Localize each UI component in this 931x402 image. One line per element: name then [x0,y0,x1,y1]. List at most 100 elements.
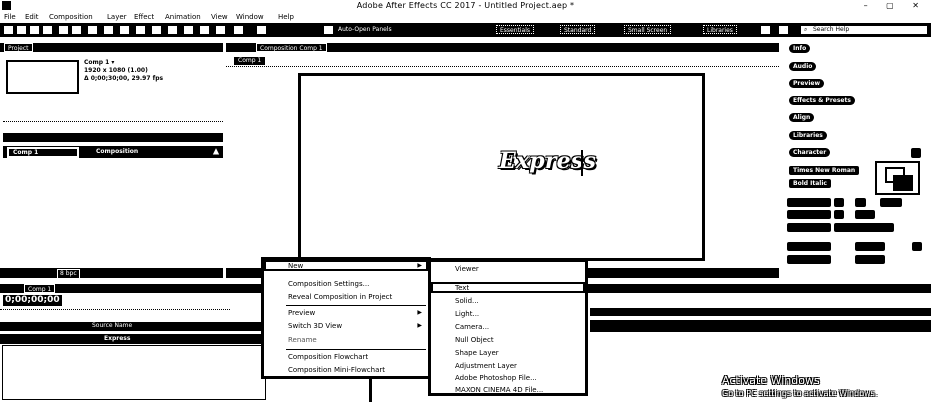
type-tool-icon[interactable] [135,25,146,35]
vertical-scale-field[interactable] [787,242,831,251]
panel-preview[interactable]: Preview [789,79,825,88]
ctx-new-arrow-icon: ▶ [417,262,422,269]
brush-tool-icon[interactable] [151,25,162,35]
panel-libraries[interactable]: Libraries [789,131,827,140]
ctx-item-reveal-composition[interactable]: Reveal Composition in Project [288,293,392,302]
bpc-indicator[interactable]: 8 bpc [57,269,80,279]
panel-scroll-icon[interactable] [912,242,922,251]
sub-item-light[interactable]: Light... [455,310,479,319]
ctx-item-rename: Rename [288,336,317,344]
selection-tool-icon[interactable] [16,25,27,35]
menu-layer[interactable]: Layer [107,12,127,22]
menu-animation[interactable]: Animation [165,12,201,22]
ctx-separator [286,305,426,306]
workspace-standard[interactable]: Standard [560,25,596,34]
timeline-source-name-header: Source Name [92,322,133,329]
timeline-layer-row[interactable] [0,334,270,344]
snapping-icon[interactable] [256,25,267,35]
workspace-menu-icon[interactable] [760,25,771,35]
rectangle-tool-icon[interactable] [103,25,114,35]
sync-icon[interactable] [778,25,789,35]
sub-item-text[interactable]: Text [455,284,469,293]
zoom-tool-icon[interactable] [42,25,53,35]
local-axis-icon[interactable] [233,25,244,35]
workspace-libraries[interactable]: Libraries [703,25,737,34]
menu-window[interactable]: Window [236,12,264,22]
puppet-pin-icon[interactable] [215,25,226,35]
ctx-item-composition-mini-flowchart[interactable]: Composition Mini-Flowchart [288,366,385,375]
window-title: Adobe After Effects CC 2017 - Untitled P… [356,1,575,10]
composition-footer-controls[interactable] [598,269,774,277]
fill-stroke-swatch[interactable] [875,161,920,195]
hand-tool-icon[interactable] [29,25,40,35]
roto-brush-icon[interactable] [199,25,210,35]
sub-item-null-object[interactable]: Null Object [455,336,494,345]
ctx-item-new[interactable]: New [288,262,303,271]
tracking-field[interactable] [855,210,875,219]
project-search-bar[interactable] [3,121,223,130]
sub-item-shape-layer[interactable]: Shape Layer [455,349,499,358]
kerning-field[interactable] [787,210,831,219]
stroke-width-field[interactable] [787,223,831,232]
ctx-item-switch-3d-view[interactable]: Switch 3D View [288,322,342,331]
sub-item-adjustment-layer[interactable]: Adjustment Layer [455,362,517,371]
panel-effects-presets[interactable]: Effects & Presets [789,96,855,105]
timeline-layer-area [2,345,266,400]
ctx-item-composition-settings[interactable]: Composition Settings... [288,280,369,289]
font-style-select[interactable]: Bold Italic [789,179,831,188]
home-icon[interactable] [3,25,14,35]
panel-info[interactable]: Info [789,44,811,53]
comp-subtab[interactable]: Comp 1 [234,57,266,65]
window-controls[interactable]: – ▢ ✕ [864,0,927,11]
tab-composition[interactable]: Composition Comp 1 [256,43,327,52]
tsume-field[interactable] [855,255,885,264]
leading-field[interactable] [880,198,902,207]
font-size-dropdown[interactable] [834,198,844,207]
ctx-item-preview[interactable]: Preview [288,309,315,318]
menu-help[interactable]: Help [278,12,294,22]
font-size-field[interactable] [787,198,831,207]
pan-behind-tool-icon[interactable] [87,25,98,35]
clone-stamp-icon[interactable] [167,25,178,35]
timeline-bar[interactable] [590,320,931,332]
panel-audio[interactable]: Audio [789,62,817,71]
menu-composition[interactable]: Composition [49,12,93,22]
eraser-tool-icon[interactable] [183,25,194,35]
ctx-switch-arrow-icon: ▶ [417,322,422,329]
menu-edit[interactable]: Edit [25,12,39,22]
ctx-item-composition-flowchart[interactable]: Composition Flowchart [288,353,368,362]
tab-timeline-comp[interactable]: Comp 1 [24,284,56,293]
comp-thumbnail [6,60,79,94]
sub-item-viewer[interactable]: Viewer [455,265,479,274]
workspace-small-screen[interactable]: Small Screen [624,25,672,34]
tab-project[interactable]: Project [4,43,33,52]
workspace-essentials[interactable]: Essentials [496,25,535,34]
horizontal-scale-field[interactable] [855,242,885,251]
sub-item-photoshop-file[interactable]: Adobe Photoshop File... [455,374,537,383]
panel-align[interactable]: Align [789,113,815,122]
pen-tool-icon[interactable] [119,25,130,35]
sub-item-camera[interactable]: Camera... [455,323,489,332]
activate-windows-title: Activate Windows [722,374,820,387]
stroke-type-select[interactable] [834,223,894,232]
font-family-select[interactable]: Times New Roman [789,166,860,175]
timeline-search[interactable] [0,309,230,315]
rotate-tool-icon[interactable] [58,25,69,35]
auto-open-checkbox[interactable] [323,25,334,35]
panel-character[interactable]: Character [789,148,831,157]
timeline-ruler[interactable] [590,308,931,316]
search-help-field[interactable]: ⌕ Search Help [800,25,928,35]
kerning-dropdown[interactable] [834,210,844,219]
timeline-layer-name[interactable]: Express [104,334,130,343]
timeline-timecode[interactable]: 0;00;00;00 [3,295,62,306]
menu-view[interactable]: View [211,12,228,22]
sub-item-cinema4d-file[interactable]: MAXON CINEMA 4D File... [455,386,543,395]
camera-tool-icon[interactable] [71,25,82,35]
menu-effect[interactable]: Effect [134,12,154,22]
ctx-separator [286,349,426,350]
menu-file[interactable]: File [4,12,16,22]
sub-item-solid[interactable]: Solid... [455,297,479,306]
baseline-shift-field[interactable] [787,255,831,264]
panel-menu-icon[interactable] [911,148,921,158]
text-cursor [581,150,583,176]
